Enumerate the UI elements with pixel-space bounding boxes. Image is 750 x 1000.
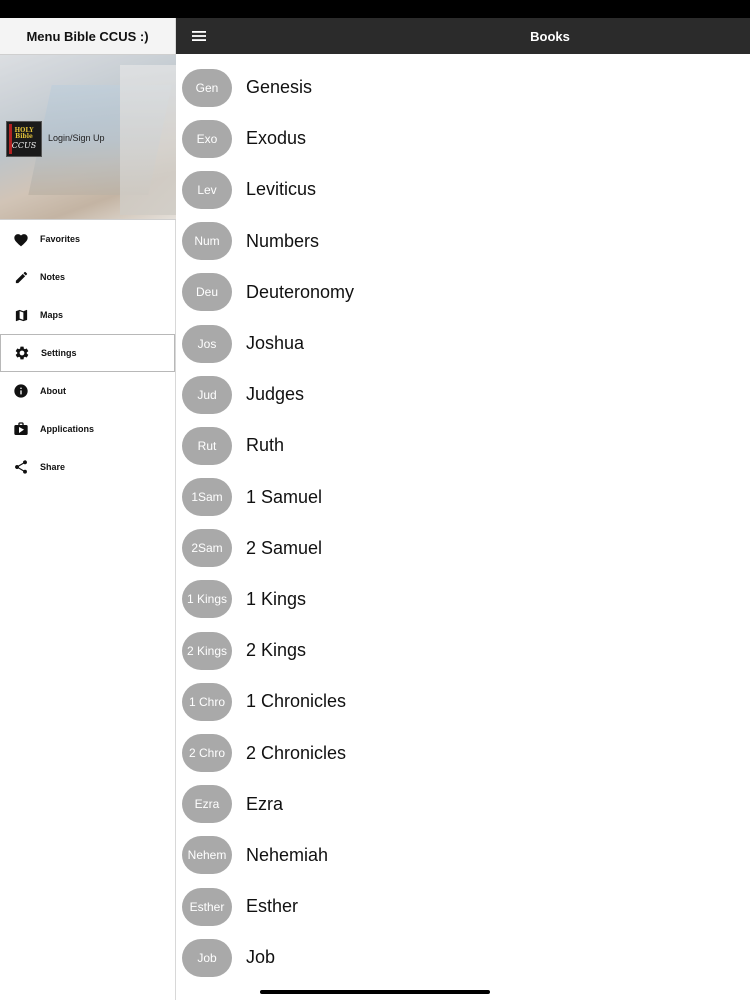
sidebar-item-notes[interactable]: Notes (0, 258, 175, 296)
book-abbreviation-badge: Num (182, 222, 232, 261)
app-logo: HOLY Bible CCUS (6, 121, 42, 157)
home-indicator (260, 990, 490, 994)
book-list-item[interactable]: Jos Joshua (176, 318, 750, 369)
book-list-item[interactable]: Ezra Ezra (176, 779, 750, 830)
page-title: Books (530, 28, 570, 44)
heart-icon (12, 230, 30, 248)
store-icon (12, 420, 30, 438)
book-name: Genesis (246, 77, 313, 98)
book-name: Ruth (246, 435, 285, 456)
book-name: Joshua (246, 333, 305, 354)
sidebar-item-label: Notes (40, 272, 66, 282)
top-app-bar: Books (176, 18, 750, 54)
book-name: 1 Kings (246, 588, 307, 609)
share-icon (12, 458, 30, 476)
book-list-item[interactable]: Rut Ruth (176, 420, 750, 471)
sidebar-item-applications[interactable]: Applications (0, 410, 175, 448)
book-abbreviation-badge: Gen (182, 68, 232, 107)
book-name: Deuteronomy (246, 281, 355, 302)
pencil-icon (12, 268, 30, 286)
book-list-item[interactable]: Gen Genesis (176, 62, 750, 113)
book-name: 2 Samuel (246, 537, 323, 558)
sidebar-item-label: Applications (40, 424, 95, 434)
book-name: Numbers (246, 230, 320, 251)
book-list-item[interactable]: Job Job (176, 932, 750, 983)
book-abbreviation-badge: 2 Chro (182, 734, 232, 773)
book-name: Leviticus (246, 179, 317, 200)
book-name: 1 Chronicles (246, 691, 347, 712)
book-name: Exodus (246, 128, 307, 149)
book-abbreviation-badge: Nehem (182, 836, 232, 875)
info-icon (12, 382, 30, 400)
sidebar-item-about[interactable]: About (0, 372, 175, 410)
sidebar-item-settings[interactable]: Settings (0, 334, 175, 372)
book-abbreviation-badge: 1Sam (182, 478, 232, 517)
sidebar-item-label: About (40, 386, 66, 396)
hamburger-menu-button[interactable] (176, 18, 222, 54)
book-list-item[interactable]: Num Numbers (176, 216, 750, 267)
sidebar-menu: Favorites Notes Maps Settings About Appl… (0, 220, 175, 486)
menu-icon (192, 31, 206, 41)
book-abbreviation-badge: Ezra (182, 785, 232, 824)
book-name: 1 Samuel (246, 486, 323, 507)
book-list-item[interactable]: Lev Leviticus (176, 164, 750, 215)
book-abbreviation-badge: Esther (182, 887, 232, 926)
book-list-item[interactable]: Jud Judges (176, 369, 750, 420)
book-name: Job (246, 947, 276, 968)
sidebar-item-label: Favorites (40, 234, 81, 244)
book-abbreviation-badge: Deu (182, 273, 232, 312)
book-name: Ezra (246, 793, 284, 814)
book-list-item[interactable]: 2 Kings 2 Kings (176, 625, 750, 676)
sidebar-header-image: HOLY Bible CCUS Login/Sign Up (0, 54, 176, 220)
book-abbreviation-badge: Rut (182, 426, 232, 465)
book-list-item[interactable]: Esther Esther (176, 881, 750, 932)
book-list-item[interactable]: 1 Kings 1 Kings (176, 574, 750, 625)
status-bar (0, 0, 750, 18)
book-name: 2 Kings (246, 640, 307, 661)
book-name: Esther (246, 896, 299, 917)
logo-text-line2: Bible (15, 133, 33, 140)
map-icon (12, 306, 30, 324)
book-list-item[interactable]: Nehem Nehemiah (176, 830, 750, 881)
book-abbreviation-badge: Lev (182, 170, 232, 209)
sidebar-item-label: Settings (41, 348, 77, 358)
book-list-item[interactable]: Deu Deuteronomy (176, 267, 750, 318)
book-list-item[interactable]: 1Sam 1 Samuel (176, 472, 750, 523)
book-name: Judges (246, 384, 305, 405)
gear-icon (13, 344, 31, 362)
sidebar: Menu Bible CCUS :) HOLY Bible CCUS Login… (0, 18, 176, 1000)
logo-text-line3: CCUS (11, 141, 37, 150)
book-list-item[interactable]: 1 Chro 1 Chronicles (176, 676, 750, 727)
sidebar-item-favorites[interactable]: Favorites (0, 220, 175, 258)
sidebar-item-label: Maps (40, 310, 64, 320)
book-abbreviation-badge: 2 Kings (182, 631, 232, 670)
book-name: Nehemiah (246, 844, 329, 865)
book-abbreviation-badge: Exo (182, 119, 232, 158)
book-abbreviation-badge: 1 Chro (182, 682, 232, 721)
sidebar-item-maps[interactable]: Maps (0, 296, 175, 334)
book-abbreviation-badge: 1 Kings (182, 580, 232, 619)
sidebar-item-label: Share (40, 462, 66, 472)
login-signup-link[interactable]: Login/Sign Up (48, 133, 105, 143)
book-list-item[interactable]: 2Sam 2 Samuel (176, 523, 750, 574)
book-abbreviation-badge: Job (182, 938, 232, 977)
book-list-item[interactable]: 2 Chro 2 Chronicles (176, 727, 750, 778)
sidebar-title: Menu Bible CCUS :) (0, 18, 175, 54)
sidebar-item-share[interactable]: Share (0, 448, 175, 486)
book-abbreviation-badge: 2Sam (182, 529, 232, 568)
book-list-item[interactable]: Exo Exodus (176, 113, 750, 164)
books-list: Gen Genesis Exo Exodus Lev Leviticus Num Number… (176, 54, 750, 1000)
book-name: 2 Chronicles (246, 742, 347, 763)
book-abbreviation-badge: Jud (182, 375, 232, 414)
book-abbreviation-badge: Jos (182, 324, 232, 363)
